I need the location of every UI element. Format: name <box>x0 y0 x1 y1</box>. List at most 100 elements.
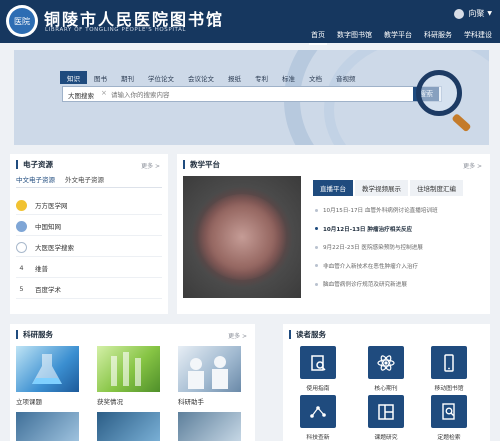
nav-home[interactable]: 首页 <box>309 29 327 45</box>
list-item-text: 10月12日-13日 肿瘤治疗相关反应 <box>323 226 413 233</box>
list-item[interactable]: 脑血管病例诊疗规范及研究新进展 <box>315 275 485 294</box>
teaching-tabs: 直播平台 教学视频展示 住培制度汇编 <box>313 180 465 196</box>
mobile-library-button[interactable] <box>431 346 467 379</box>
resource-item-dayi[interactable]: 大医医学搜索 <box>16 238 162 257</box>
novelty-search-button[interactable] <box>300 395 336 428</box>
reader-title: 读者服务 <box>289 330 326 339</box>
tab-foreign-resources[interactable]: 外文电子资源 <box>65 174 104 188</box>
search-tab-knowledge[interactable]: 知识 <box>60 71 87 84</box>
atom-icon <box>377 354 395 371</box>
user-menu[interactable]: 向聚 ▼ <box>454 8 492 19</box>
layout-icon <box>378 403 394 420</box>
library-homepage: 医院 铜陵市人民医院图书馆 LIBRARY OF TONGLING PEOPLE… <box>0 0 500 441</box>
search-scope-select[interactable]: 大图搜索 <box>68 90 94 100</box>
nav-teaching-platform[interactable]: 教学平台 <box>382 29 414 45</box>
research-item-label: 获奖情况 <box>97 398 123 406</box>
research-thumbnail-extra[interactable] <box>178 412 241 441</box>
search-tab-standards[interactable]: 标准 <box>275 71 302 84</box>
tab-chinese-resources[interactable]: 中文电子资源 <box>16 174 55 188</box>
research-more-link[interactable]: 更多 > <box>228 331 247 340</box>
list-item[interactable]: 9月22日-23日 医院感染预防与控制进展 <box>315 238 485 257</box>
list-item[interactable]: 10月12日-13日 肿瘤治疗相关反应 <box>315 220 485 239</box>
tab-live-platform[interactable]: 直播平台 <box>313 180 353 196</box>
gold-medal-icon <box>16 199 27 211</box>
resource-item-baidu-scholar[interactable]: 5 百度学术 <box>16 280 162 299</box>
service-label: 移动图书馆 <box>434 386 464 392</box>
nav-research-service[interactable]: 科研服务 <box>422 29 454 45</box>
service-label: 科技查新 <box>306 435 330 441</box>
list-item[interactable]: 10月15日-17日 血管外科病例讨论直播培训班 <box>315 201 485 220</box>
clear-icon[interactable]: × <box>101 89 107 97</box>
research-title: 科研服务 <box>16 330 53 339</box>
bullet-dot <box>315 264 318 268</box>
divider <box>16 187 162 188</box>
bullet-dot <box>315 282 318 286</box>
search-doc-icon <box>442 402 455 420</box>
research-item-label: 科研助手 <box>178 398 204 406</box>
lab-staff-graphic <box>188 356 228 389</box>
assistant-thumbnail[interactable] <box>178 346 241 392</box>
guide-icon <box>311 354 326 371</box>
virus-particle-shape <box>197 194 287 280</box>
search-tab-patents[interactable]: 专利 <box>248 71 275 84</box>
list-item[interactable]: 非血管介入新技术在恶性肿瘤介入治疗 <box>315 257 485 276</box>
search-tab-books[interactable]: 图书 <box>87 71 114 84</box>
teaching-platform-card: 教学平台 更多 > 直播平台 教学视频展示 住培制度汇编 10月15日-17日 … <box>177 154 490 314</box>
service-label: 核心期刊 <box>374 386 398 392</box>
library-logo[interactable]: 医院 <box>6 5 38 37</box>
core-journals-button[interactable] <box>368 346 404 379</box>
research-thumbnail-extra[interactable] <box>97 412 160 441</box>
list-item-text: 脑血管病例诊疗规范及研究新进展 <box>323 282 407 289</box>
avatar <box>454 8 465 19</box>
research-thumbnail-extra[interactable] <box>16 412 79 441</box>
resource-label: 百度学术 <box>35 286 61 294</box>
awards-thumbnail[interactable] <box>97 346 160 392</box>
resource-label: 中国知网 <box>35 223 61 231</box>
mobile-icon <box>444 353 454 372</box>
search-tab-newspapers[interactable]: 报纸 <box>221 71 248 84</box>
search-tab-conference[interactable]: 会议论文 <box>181 71 221 84</box>
search-tab-documents[interactable]: 文档 <box>302 71 329 84</box>
rank-number: 5 <box>19 285 24 293</box>
tab-teaching-videos[interactable]: 教学视频展示 <box>355 180 408 196</box>
virus-image[interactable] <box>183 176 301 298</box>
list-item-text: 非血管介入新技术在恶性肿瘤介入治疗 <box>323 263 419 270</box>
user-name: 向聚 <box>468 9 485 18</box>
e-resources-title: 电子资源 <box>16 160 53 169</box>
guide-button[interactable] <box>300 346 336 379</box>
search-tab-journals[interactable]: 期刊 <box>114 71 141 84</box>
bullet-dot <box>315 227 318 231</box>
resource-item-weipu[interactable]: 4 维普 <box>16 259 162 278</box>
search-tab-theses[interactable]: 学位论文 <box>141 71 181 84</box>
resource-item-cnki[interactable]: 中国知网 <box>16 217 162 236</box>
bullet-dot <box>315 208 318 212</box>
e-resources-tabs: 中文电子资源 外文电子资源 <box>16 174 104 188</box>
network-icon <box>310 405 326 418</box>
service-label: 使用指南 <box>306 386 330 392</box>
service-label: 定题检索 <box>437 435 461 441</box>
project-thumbnail[interactable] <box>16 346 79 392</box>
tab-training-rules[interactable]: 住培制度汇编 <box>410 180 463 196</box>
topic-retrieval-button[interactable] <box>431 395 467 428</box>
service-label: 课题研究 <box>374 435 398 441</box>
rank-number: 4 <box>19 264 24 272</box>
e-resources-more-link[interactable]: 更多 > <box>141 161 160 170</box>
magnifier-decor-icon <box>416 70 462 116</box>
medal-icon <box>16 241 27 253</box>
e-resources-card: 电子资源 更多 > 中文电子资源 外文电子资源 万方医学网 中国知网 大医医学搜… <box>10 154 168 314</box>
nav-discipline-building[interactable]: 学科建设 <box>462 29 494 45</box>
search-tab-video[interactable]: 音视频 <box>329 71 363 84</box>
site-subtitle: LIBRARY OF TONGLING PEOPLE'S HOSPITAL <box>45 27 187 33</box>
teaching-list: 10月15日-17日 血管外科病例讨论直播培训班 10月12日-13日 肿瘤治疗… <box>315 201 485 294</box>
list-item-text: 10月15日-17日 血管外科病例讨论直播培训班 <box>323 208 438 215</box>
topic-research-button[interactable] <box>368 395 404 428</box>
nav-digital-library[interactable]: 数字图书馆 <box>335 29 374 45</box>
research-services-card: 科研服务 更多 > 立项课题 获奖情况 科研助手 <box>10 324 255 441</box>
flask-graphic <box>32 354 62 384</box>
chevron-down-icon: ▼ <box>487 10 492 17</box>
bullet-dot <box>315 245 318 249</box>
teaching-more-link[interactable]: 更多 > <box>463 161 482 170</box>
search-input[interactable] <box>111 89 401 100</box>
reader-services-card: 读者服务 使用指南 核心期刊 移动图书馆 科技查新 课题研究 定题检索 <box>283 324 490 441</box>
resource-item-wanfang[interactable]: 万方医学网 <box>16 196 162 215</box>
